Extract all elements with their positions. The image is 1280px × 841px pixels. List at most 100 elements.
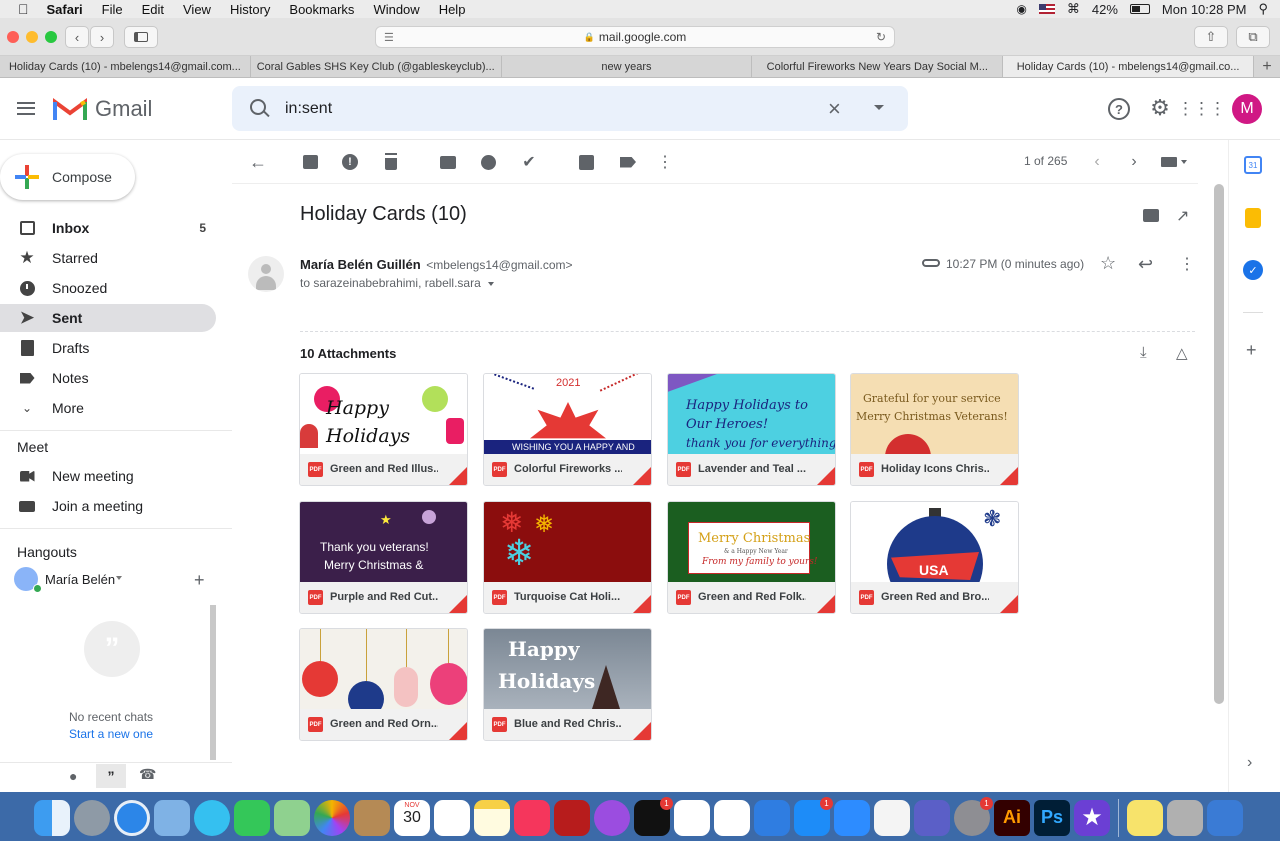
search-bar[interactable]: in:sent × <box>232 86 908 131</box>
clock[interactable]: Mon 10:28 PM <box>1162 2 1247 17</box>
numbers-icon[interactable] <box>674 799 710 836</box>
browser-tab[interactable]: Colorful Fireworks New Years Day Social … <box>752 56 1004 77</box>
attachment-card[interactable]: ❅ ❅ ❄ PDF Turquoise Cat Holi... <box>483 501 652 614</box>
main-scrollbar[interactable] <box>1214 184 1224 704</box>
older-chevron-icon[interactable]: › <box>1124 152 1144 172</box>
show-details-icon[interactable] <box>488 281 495 286</box>
attachment-card[interactable]: Merry Christmas & a Happy New Year From … <box>667 501 836 614</box>
sidebar-item-inbox[interactable]: Inbox 5 <box>0 214 216 242</box>
keynote-icon[interactable] <box>754 799 790 836</box>
apple-tv-icon[interactable]: 1 <box>634 796 673 836</box>
photos-icon[interactable] <box>314 799 350 836</box>
back-arrow-icon[interactable]: ← <box>248 152 268 172</box>
sidebar-item-snoozed[interactable]: Snoozed <box>0 274 216 302</box>
apple-icon[interactable]:  <box>18 1 29 17</box>
close-window-button[interactable] <box>7 31 19 43</box>
move-to-icon[interactable] <box>576 152 596 172</box>
reply-icon[interactable]: ↩ <box>1138 254 1153 275</box>
compose-button[interactable]: Compose <box>0 154 135 200</box>
menu-help[interactable]: Help <box>439 2 466 17</box>
back-button[interactable]: ‹ <box>65 26 89 48</box>
photo-booth-icon[interactable] <box>554 799 590 836</box>
share-button[interactable]: ⇧ <box>1194 26 1228 48</box>
support-button[interactable]: ? <box>1108 98 1130 120</box>
sidebar-item-more[interactable]: ⌄ More <box>0 394 216 422</box>
start-new-chat-link[interactable]: Start a new one <box>69 727 153 741</box>
snooze-clock-icon[interactable] <box>478 152 498 172</box>
tabs-overview-button[interactable]: ⧉ <box>1236 26 1270 48</box>
attachment-card[interactable]: Happy Holidays PDF Green and Red Illus... <box>299 373 468 486</box>
contacts-book-icon[interactable] <box>354 799 390 836</box>
sidebar-item-drafts[interactable]: Drafts <box>0 334 216 362</box>
news-icon[interactable] <box>714 799 750 836</box>
zoom-icon[interactable] <box>834 799 870 836</box>
tasks-icon[interactable]: ✓ <box>1243 260 1263 280</box>
flag-icon[interactable] <box>1038 4 1055 14</box>
calendar-icon[interactable]: 31 <box>1244 156 1262 174</box>
stickies-icon[interactable] <box>1127 799 1163 836</box>
apps-grid-icon[interactable]: ⋮⋮⋮ <box>1177 98 1226 120</box>
more-options-icon[interactable]: ⋮ <box>1179 254 1195 274</box>
mail-bird-icon[interactable] <box>154 799 190 836</box>
more-vert-icon[interactable]: ⋮ <box>655 152 675 172</box>
sidebar-toggle-button[interactable] <box>124 26 158 48</box>
address-bar[interactable]: ☰ 🔒 mail.google.com ↻ <box>375 26 895 48</box>
mark-unread-icon[interactable] <box>438 152 458 172</box>
add-task-icon[interactable]: ✔ <box>519 152 539 172</box>
sidebar-item-starred[interactable]: ★ Starred <box>0 244 216 272</box>
archive-icon[interactable] <box>300 152 320 172</box>
zoom-window-button[interactable] <box>45 31 57 43</box>
reload-icon[interactable]: ↻ <box>876 30 886 44</box>
join-meeting-button[interactable]: Join a meeting <box>0 492 216 520</box>
chevron-down-icon[interactable] <box>116 576 122 580</box>
photoshop-icon[interactable]: Ps <box>1034 799 1070 836</box>
sender-name[interactable]: María Belén Guillén <box>300 257 421 272</box>
menu-edit[interactable]: Edit <box>142 2 164 17</box>
reader-icon[interactable]: ☰ <box>384 31 394 44</box>
calculator-icon[interactable] <box>1167 799 1203 836</box>
hangouts-tab-icon[interactable]: ” <box>96 764 126 788</box>
attachment-card[interactable]: Grateful for your service Merry Christma… <box>850 373 1019 486</box>
sidebar-item-notes[interactable]: Notes <box>0 364 216 392</box>
search-input[interactable]: in:sent <box>285 100 332 118</box>
delete-trash-icon[interactable] <box>381 152 401 172</box>
star-icon[interactable]: ☆ <box>1100 253 1116 274</box>
menu-view[interactable]: View <box>183 2 211 17</box>
sidebar-item-sent[interactable]: ➤ Sent <box>0 304 216 332</box>
music-icon[interactable] <box>514 799 550 836</box>
app-store-icon[interactable]: 1 <box>794 796 833 836</box>
browser-tab[interactable]: Holiday Cards (10) - mbelengs14@gmail.co… <box>0 56 251 77</box>
clear-search-icon[interactable]: × <box>828 96 841 122</box>
creative-cloud-icon[interactable]: ◉ <box>1016 2 1026 16</box>
podcasts-icon[interactable] <box>594 799 630 836</box>
textedit-icon[interactable] <box>874 799 910 836</box>
report-spam-icon[interactable]: ! <box>340 152 360 172</box>
attachment-card[interactable]: PDF Green and Red Orn... <box>299 628 468 741</box>
menu-window[interactable]: Window <box>373 2 419 17</box>
menu-file[interactable]: File <box>102 2 123 17</box>
messages-icon[interactable] <box>194 799 230 836</box>
illustrator-icon[interactable]: Ai <box>994 799 1030 836</box>
forward-button[interactable]: › <box>90 26 114 48</box>
preview-icon[interactable] <box>1207 799 1243 836</box>
browser-tab[interactable]: new years <box>502 56 753 77</box>
safari-icon[interactable] <box>114 799 150 836</box>
download-all-icon[interactable]: ⤓ <box>1140 344 1147 361</box>
attachment-card[interactable]: ★ Thank you veterans! Merry Christmas & … <box>299 501 468 614</box>
browser-tab-active[interactable]: Holiday Cards (10) - mbelengs14@gmail.co… <box>1003 56 1254 77</box>
gmail-logo[interactable]: Gmail <box>53 96 152 122</box>
expand-panel-chevron-icon[interactable]: › <box>1247 754 1252 772</box>
get-addons-plus-icon[interactable]: + <box>1246 340 1257 361</box>
new-tab-button[interactable]: + <box>1254 56 1280 77</box>
minimize-window-button[interactable] <box>26 31 38 43</box>
account-avatar[interactable]: M <box>1232 94 1262 124</box>
hangouts-scrollbar[interactable] <box>210 605 216 760</box>
open-new-window-icon[interactable]: ↗ <box>1176 206 1189 226</box>
menu-bookmarks[interactable]: Bookmarks <box>289 2 354 17</box>
attachment-card[interactable]: Happy Holidays to Our Heroes! thank you … <box>667 373 836 486</box>
browser-tab[interactable]: Coral Gables SHS Key Club (@gableskeyclu… <box>251 56 502 77</box>
system-preferences-icon[interactable]: 1 <box>954 796 993 836</box>
maps-icon[interactable] <box>274 799 310 836</box>
contacts-person-icon[interactable]: ● <box>69 768 77 784</box>
phone-icon[interactable]: ☎ <box>139 766 156 783</box>
